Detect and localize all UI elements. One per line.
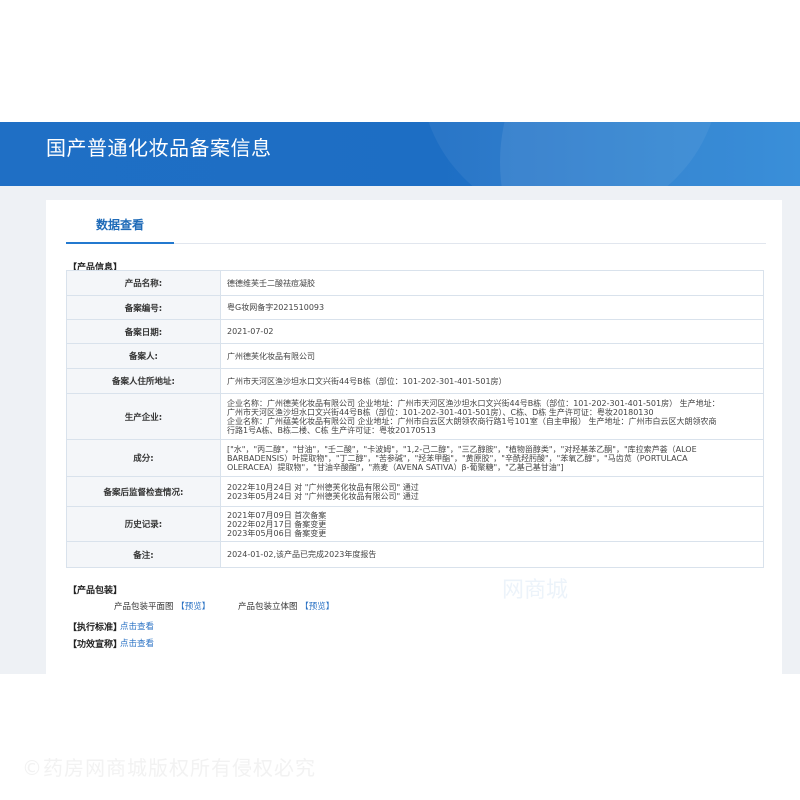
- field-label: 备案编号:: [66, 295, 221, 320]
- field-label: 成分:: [66, 439, 221, 477]
- field-label: 备案后监督检查情况:: [66, 476, 221, 507]
- main-panel: 数据查看 【产品信息】 网商城 产品名称: 德德维芙壬二酸祛痘凝胶 备案编号: …: [46, 200, 782, 674]
- table-row: 备案人住所地址: 广州市天河区渔沙坦水口文兴街44号B栋（部位：101-202-…: [66, 368, 764, 394]
- table-row: 成分: ["水"，"丙二醇"，"甘油"，"壬二酸"，"卡波姆"，"1,2-己二醇…: [66, 439, 764, 477]
- field-label: 备案日期:: [66, 319, 221, 344]
- page-title: 国产普通化妆品备案信息: [46, 136, 272, 160]
- ingredients-value: ["水"，"丙二醇"，"甘油"，"壬二酸"，"卡波姆"，"1,2-己二醇"，"三…: [220, 439, 764, 477]
- text-line: 2022年02月17日 备案变更: [227, 519, 327, 529]
- package-flat-label: 产品包装平面图: [114, 602, 174, 612]
- watermark-faint: 网商城: [502, 578, 569, 603]
- text-line: 广州市天河区渔沙坦水口文兴街44号B栋（部位：101-202-301-401-5…: [227, 407, 654, 417]
- text-line: 2023年05月06日 备案变更: [227, 528, 327, 538]
- text-line: 行路1号A栋、B栋二楼、C栋 生产许可证：粤妆20170513: [227, 425, 436, 435]
- text-line: OLERACEA）提取物"，"甘油辛酸酯"，"燕麦（AVENA SATIVA）β…: [227, 462, 564, 472]
- text-line: 企业名称：广州德芙化妆品有限公司 企业地址：广州市天河区渔沙坦水口文兴街44号B…: [227, 398, 720, 408]
- text-line: 企业名称：广州蕴美化妆品有限公司 企业地址：广州市白云区大朗领农商行路1号101…: [227, 416, 717, 426]
- filing-date-value: 2021-07-02: [220, 319, 764, 344]
- copyright-watermark: ©药房网商城版权所有侵权必究: [22, 756, 316, 780]
- claims-view-link[interactable]: 点击查看: [120, 637, 154, 649]
- table-row: 生产企业: 企业名称：广州德芙化妆品有限公司 企业地址：广州市天河区渔沙坦水口文…: [66, 393, 764, 440]
- package-item: 产品包装立体图 【预览】: [238, 600, 334, 612]
- manufacturer-value: 企业名称：广州德芙化妆品有限公司 企业地址：广州市天河区渔沙坦水口文兴街44号B…: [220, 393, 764, 440]
- tab-bar: 数据查看: [66, 212, 766, 244]
- banner-decoration: [420, 122, 720, 186]
- field-label: 生产企业:: [66, 393, 221, 440]
- table-row: 历史记录: 2021年07月09日 首次备案 2022年02月17日 备案变更 …: [66, 506, 764, 542]
- field-label: 备注:: [66, 541, 221, 568]
- field-label: 历史记录:: [66, 506, 221, 542]
- package-section-label: 【产品包装】: [68, 586, 123, 596]
- claims-label: 【功效宣称】: [68, 640, 123, 650]
- filing-number-value: 粤G妆网备字2021510093: [220, 295, 764, 320]
- package-item: 产品包装平面图 【预览】: [114, 600, 210, 612]
- registrant-value: 广州德芙化妆品有限公司: [220, 343, 764, 369]
- tab-data-view[interactable]: 数据查看: [66, 212, 174, 244]
- text-line: ["水"，"丙二醇"，"甘油"，"壬二酸"，"卡波姆"，"1,2-己二醇"，"三…: [227, 444, 697, 454]
- table-row: 备案日期: 2021-07-02: [66, 319, 764, 344]
- standard-view-link[interactable]: 点击查看: [120, 620, 154, 632]
- package-3d-preview-link[interactable]: 【预览】: [300, 602, 334, 612]
- text-line: 2021年07月09日 首次备案: [227, 510, 327, 520]
- table-row: 备案后监督检查情况: 2022年10月24日 对 "广州德芙化妆品有限公司" 通…: [66, 476, 764, 507]
- table-row: 备注: 2024-01-02,该产品已完成2023年度报告: [66, 541, 764, 568]
- text-line: 2023年05月24日 对 "广州德芙化妆品有限公司" 通过: [227, 491, 419, 501]
- package-flat-preview-link[interactable]: 【预览】: [176, 602, 210, 612]
- field-label: 备案人住所地址:: [66, 368, 221, 394]
- table-row: 备案人: 广州德芙化妆品有限公司: [66, 343, 764, 369]
- product-info-table: 产品名称: 德德维芙壬二酸祛痘凝胶 备案编号: 粤G妆网备字2021510093…: [66, 270, 764, 568]
- registrant-address-value: 广州市天河区渔沙坦水口文兴街44号B栋（部位：101-202-301-401-5…: [220, 368, 764, 394]
- product-name-value: 德德维芙壬二酸祛痘凝胶: [220, 270, 764, 296]
- history-value: 2021年07月09日 首次备案 2022年02月17日 备案变更 2023年0…: [220, 506, 764, 542]
- remarks-value: 2024-01-02,该产品已完成2023年度报告: [220, 541, 764, 568]
- field-label: 备案人:: [66, 343, 221, 369]
- table-row: 产品名称: 德德维芙壬二酸祛痘凝胶: [66, 270, 764, 296]
- inspection-value: 2022年10月24日 对 "广州德芙化妆品有限公司" 通过 2023年05月2…: [220, 476, 764, 507]
- table-row: 备案编号: 粤G妆网备字2021510093: [66, 295, 764, 320]
- standard-label: 【执行标准】: [68, 623, 123, 633]
- text-line: 2022年10月24日 对 "广州德芙化妆品有限公司" 通过: [227, 482, 419, 492]
- field-label: 产品名称:: [66, 270, 221, 296]
- text-line: BARBADENSIS）叶提取物"，"丁二醇"，"苦参碱"，"羟苯甲酯"，"黄原…: [227, 453, 688, 463]
- header-banner: 国产普通化妆品备案信息: [0, 122, 800, 186]
- package-3d-label: 产品包装立体图: [238, 602, 298, 612]
